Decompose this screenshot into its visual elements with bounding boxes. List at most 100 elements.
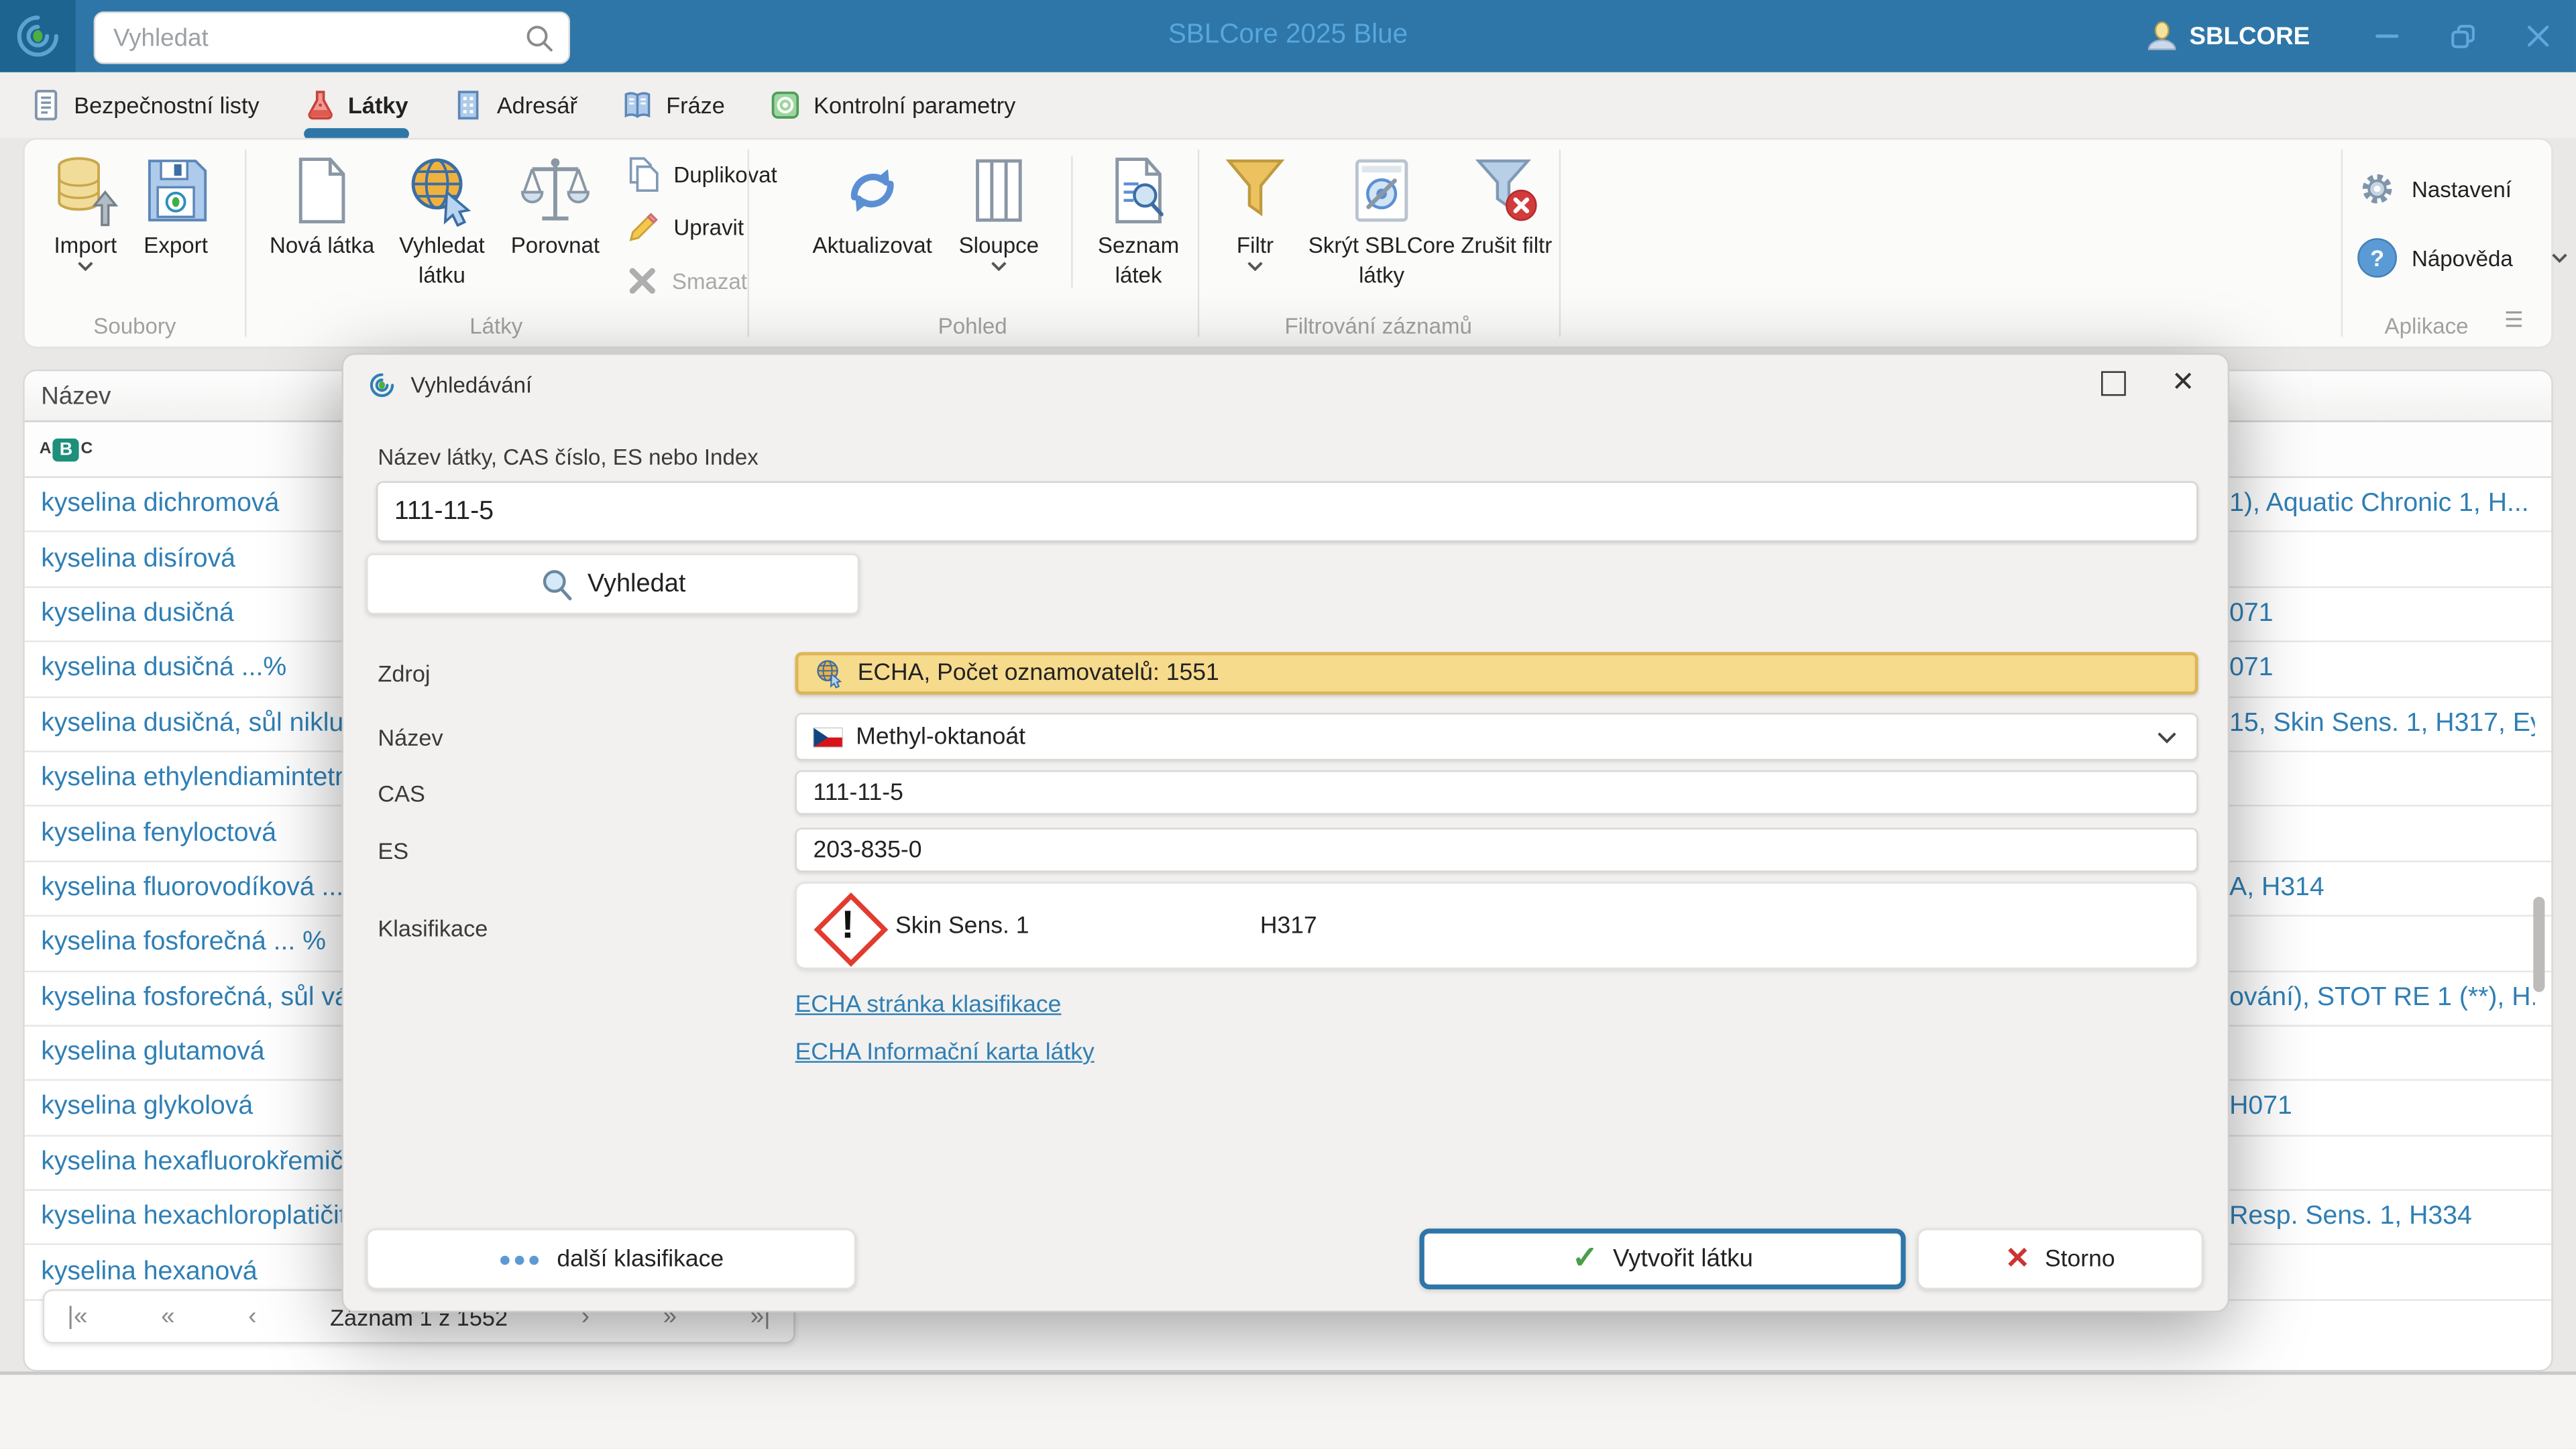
clear-filter-icon [1472, 150, 1541, 231]
sloupce-button[interactable]: Sloupce [948, 150, 1050, 271]
target-icon [772, 91, 799, 119]
vyhledat-latku-label: Vyhledat látku [399, 233, 485, 287]
vertical-scrollbar[interactable] [2532, 424, 2546, 1360]
group-divider [1197, 149, 1200, 337]
import-button[interactable]: Import [38, 150, 133, 271]
tab-kontrolni-parametry[interactable]: Kontrolní parametry [769, 72, 1015, 138]
create-substance-label: Vytvořit látku [1613, 1244, 1753, 1273]
columns-icon [969, 150, 1028, 231]
restore-button[interactable] [2425, 0, 2501, 72]
echa-classification-link[interactable]: ECHA stránka klasifikace [795, 992, 1062, 1019]
close-button[interactable] [2500, 0, 2576, 72]
tab-bezpecnostni-listy[interactable]: Bezpečnostní listy [30, 72, 260, 138]
porovnat-button[interactable]: Porovnat [498, 150, 612, 260]
skryt-sblcore-latky-button[interactable]: Skrýt SBLCore látky [1303, 150, 1461, 289]
group-divider [747, 149, 750, 337]
substance-name: kyselina glutamová [41, 1038, 265, 1067]
safety-sheet-icon [34, 89, 58, 121]
vyhledat-latku-button[interactable]: Vyhledat látku [383, 150, 501, 289]
czech-flag-icon [813, 726, 843, 747]
es-field[interactable]: 203-835-0 [795, 827, 2198, 872]
substance-name: kyselina fosforečná, sůl vápní [41, 983, 386, 1012]
smazat-button[interactable]: Smazat [626, 264, 747, 297]
group-options-icon[interactable]: ☰ [2504, 307, 2525, 333]
more-classifications-button[interactable]: ●●● další klasifikace [366, 1228, 856, 1289]
scrollbar-thumb[interactable] [2533, 896, 2545, 992]
group-label-soubory: Soubory [93, 313, 176, 339]
chevron-down-icon [1247, 261, 1263, 271]
search-dialog: Vyhledávání ✕ Název látky, CAS číslo, ES… [341, 353, 2230, 1313]
query-input[interactable] [378, 483, 2197, 540]
zrusit-filtr-button[interactable]: Zrušit filtr [1461, 150, 1553, 260]
upravit-label: Upravit [673, 215, 744, 240]
app-window: SBLCore 2025 Blue SBLCORE Bezpe [0, 0, 2576, 1449]
group-divider [244, 149, 247, 337]
aktualizovat-button[interactable]: Aktualizovat [797, 150, 948, 260]
tab-latky[interactable]: Látky [304, 72, 408, 138]
chevron-down-icon [2551, 253, 2567, 263]
substance-name: kyselina dusičná ...% [41, 654, 287, 683]
zdroj-value: ECHA, Počet oznamovatelů: 1551 [857, 660, 1219, 687]
filtr-label: Filtr [1236, 233, 1274, 258]
substance-name: kyselina hexanová [41, 1257, 258, 1286]
substance-classification: 1), Aquatic Chronic 1, H... [2229, 489, 2529, 518]
zdroj-field[interactable]: ECHA, Počet oznamovatelů: 1551 [795, 652, 2198, 695]
substance-classification: Resp. Sens. 1, H334 [2229, 1202, 2472, 1231]
substance-classification [2229, 1246, 2535, 1299]
filter-icon [1223, 150, 1288, 231]
account-button[interactable]: SBLCORE [2145, 19, 2310, 52]
list-search-icon [1107, 150, 1170, 231]
skryt-label: Skrýt SBLCore látky [1308, 233, 1455, 287]
seznam-latek-button[interactable]: Seznam látek [1086, 150, 1191, 289]
klasifikace-label: Klasifikace [378, 915, 488, 941]
cas-field[interactable]: 111-11-5 [795, 770, 2198, 815]
klasifikace-box: ! Skin Sens. 1 H317 [795, 882, 2198, 970]
app-logo-icon [370, 372, 394, 396]
filtr-button[interactable]: Filtr [1217, 150, 1293, 271]
nazev-value: Methyl-oktanoát [856, 723, 1025, 750]
zrusit-filtr-label: Zrušit filtr [1461, 233, 1553, 258]
tab-label: Látky [347, 92, 408, 119]
nova-latka-button[interactable]: Nová látka [258, 150, 386, 260]
more-classifications-label: další klasifikace [557, 1246, 724, 1273]
import-label: Import [54, 233, 117, 258]
substance-name: kyselina fluorovodíková ... % [41, 873, 374, 902]
export-button[interactable]: Export [130, 150, 222, 260]
chevron-down-icon [2158, 732, 2176, 743]
substance-name: kyselina fenyloctová [41, 819, 276, 847]
nastaveni-label: Nastavení [2412, 176, 2512, 202]
cancel-button[interactable]: ✕ Storno [1917, 1228, 2203, 1289]
cas-label: CAS [378, 780, 425, 807]
aktualizovat-label: Aktualizovat [812, 233, 932, 258]
dialog-title: Vyhledávání [410, 371, 533, 397]
minimize-button[interactable] [2349, 0, 2425, 72]
tab-label: Adresář [496, 92, 577, 119]
nastaveni-button[interactable]: Nastavení [2357, 169, 2512, 209]
porovnat-label: Porovnat [510, 233, 600, 258]
tab-adresar[interactable]: Adresář [453, 72, 577, 138]
tab-label: Bezpečnostní listy [74, 92, 260, 119]
nazev-dropdown[interactable]: Methyl-oktanoát [795, 713, 2198, 761]
first-page-button[interactable]: |« [67, 1304, 87, 1329]
echa-infocard-link[interactable]: ECHA Informační karta látky [795, 1040, 1095, 1066]
prev-page-button[interactable]: ‹ [248, 1304, 256, 1329]
red-x-icon: ✕ [2005, 1241, 2030, 1275]
checkmark-icon: ✓ [1571, 1241, 1598, 1277]
dialog-maximize-button[interactable] [2101, 371, 2126, 396]
abc-filter-icon: ABC [40, 437, 93, 461]
prev-10-button[interactable]: « [161, 1304, 174, 1329]
chevron-down-icon [78, 261, 93, 271]
dialog-search-button[interactable]: Vyhledat [366, 553, 860, 615]
create-substance-button[interactable]: ✓ Vytvořit látku [1419, 1228, 1906, 1289]
duplikovat-button[interactable]: Duplikovat [626, 156, 777, 192]
tab-fraze[interactable]: Fráze [622, 72, 725, 138]
substance-name: kyselina hexachloroplatičitá [41, 1202, 361, 1231]
query-field [376, 481, 2198, 542]
napoveda-label: Nápověda [2412, 245, 2513, 270]
globe-search-icon [406, 150, 478, 231]
napoveda-button[interactable]: ? Nápověda [2357, 238, 2567, 278]
tab-label: Kontrolní parametry [814, 92, 1016, 119]
upravit-button[interactable]: Upravit [626, 211, 744, 245]
group-label-aplikace: Aplikace [2384, 313, 2469, 339]
dialog-close-icon[interactable]: ✕ [2172, 366, 2195, 399]
